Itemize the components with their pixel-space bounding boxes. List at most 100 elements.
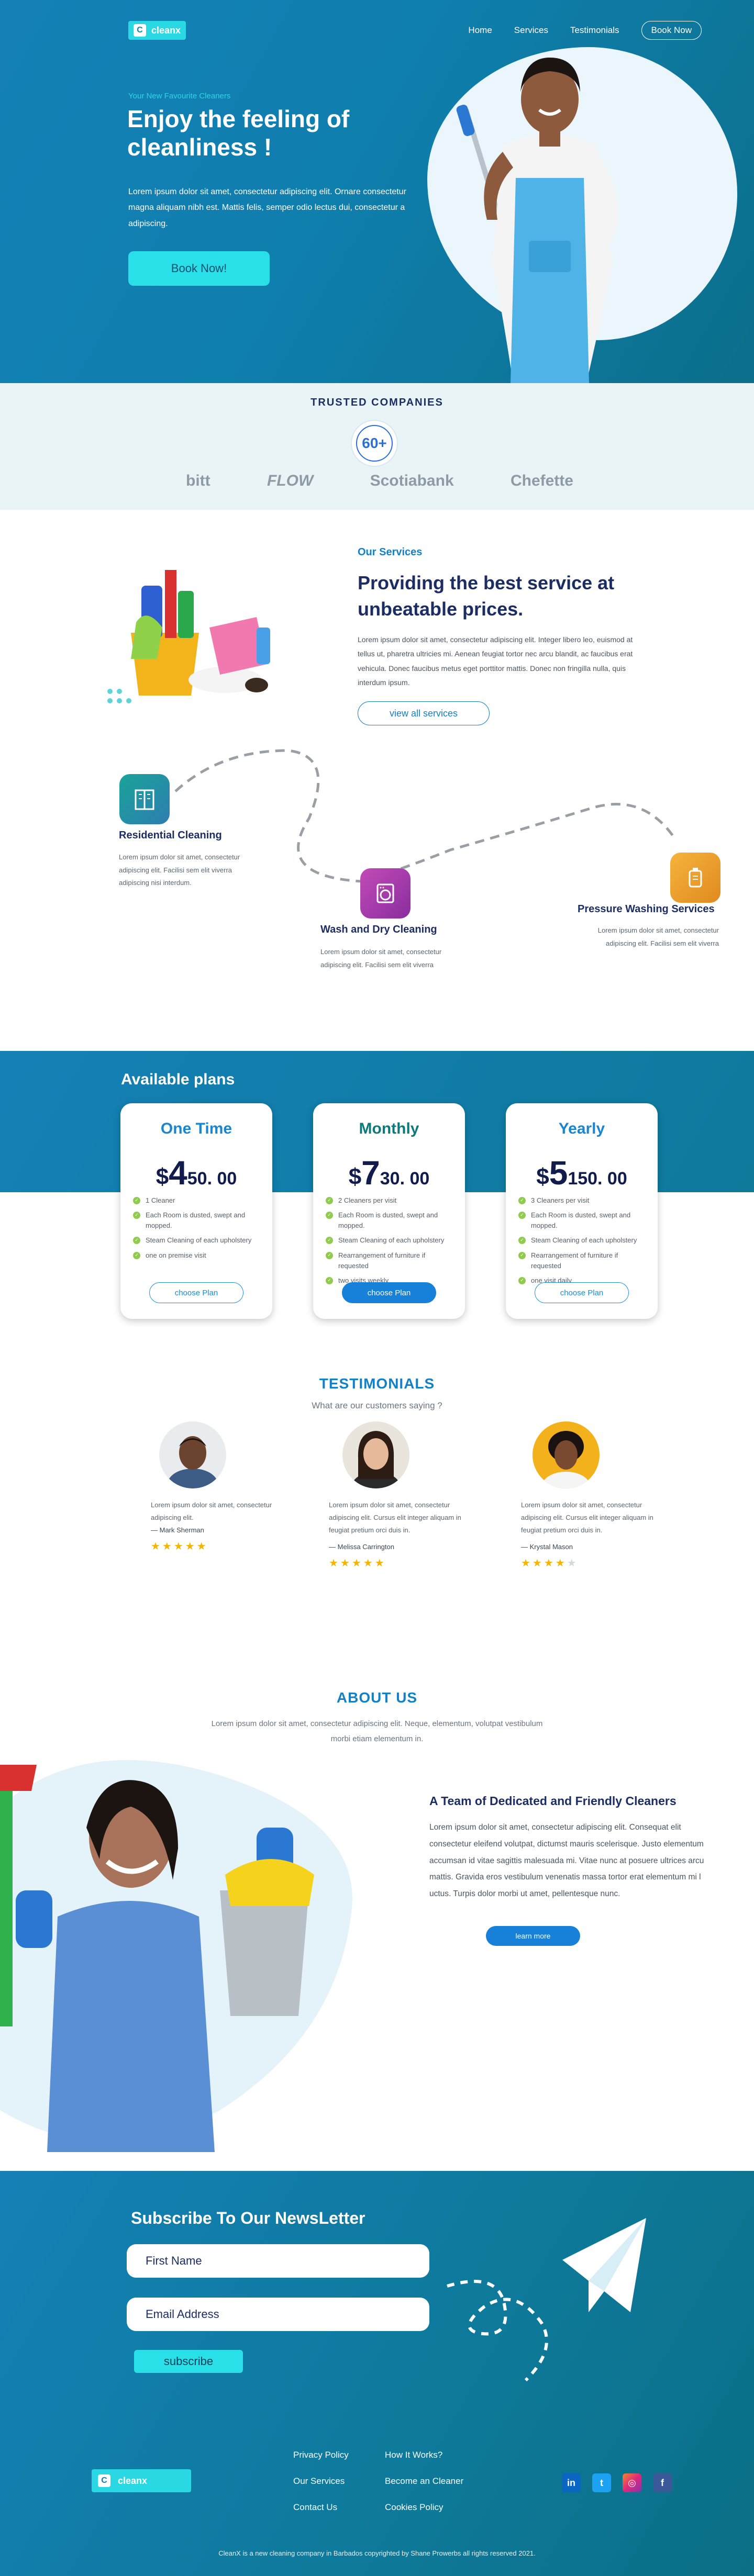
check-icon: ✓ xyxy=(518,1197,526,1204)
trusted-title: TRUSTED COMPANIES xyxy=(311,397,443,408)
avatar xyxy=(342,1421,409,1488)
choose-plan-button-one-time[interactable]: choose Plan xyxy=(149,1282,243,1303)
choose-plan-button-monthly[interactable]: choose Plan xyxy=(342,1282,436,1303)
hero-section: C cleanx Home Services Testimonials Book… xyxy=(0,0,754,383)
nav-book-button[interactable]: Book Now xyxy=(641,21,702,40)
plan-features: ✓ 1 Cleaner ✓ Each Room is dusted, swept a… xyxy=(133,1195,260,1265)
check-icon: ✓ xyxy=(326,1276,333,1284)
services-eyebrow: Our Services xyxy=(358,546,423,558)
trusted-count: 60+ xyxy=(356,425,393,462)
service-text-pressure-washing: Lorem ipsum dolor sit amet, consectetur … xyxy=(597,926,719,947)
footer-link-contact[interactable]: Contact Us xyxy=(293,2502,337,2512)
footer-link-services[interactable]: Our Services xyxy=(293,2476,345,2486)
testimonial-author: — Krystal Mason xyxy=(521,1543,573,1551)
services-title: Providing the best service at unbeatable… xyxy=(358,572,615,620)
pressure-washing-icon xyxy=(670,853,720,903)
newsletter-title: Subscribe To Our NewsLetter xyxy=(131,2209,365,2227)
hero-description: Lorem ipsum dolor sit amet, consectetur … xyxy=(128,187,406,228)
plan-price: $730. 00 xyxy=(348,1154,430,1192)
check-icon: ✓ xyxy=(133,1212,140,1219)
choose-plan-button-yearly[interactable]: choose Plan xyxy=(535,1282,629,1303)
plan-card-monthly: Monthly $730. 00 ✓ 2 Cleaners per visit ✓… xyxy=(313,1103,465,1319)
plan-feature: ✓ 1 Cleaner xyxy=(133,1195,260,1206)
plan-price: $450. 00 xyxy=(156,1154,237,1192)
email-field[interactable] xyxy=(127,2298,429,2331)
nav-link-testimonials[interactable]: Testimonials xyxy=(570,25,619,36)
check-icon: ✓ xyxy=(326,1212,333,1219)
first-name-field[interactable] xyxy=(127,2244,429,2278)
avatar xyxy=(159,1421,226,1488)
plan-name: Monthly xyxy=(359,1120,419,1137)
hero-cleaner-photo xyxy=(456,58,618,383)
rating-stars: ★★★★★ xyxy=(329,1558,386,1569)
plan-feature: ✓ one on premise visit xyxy=(133,1250,260,1261)
rating-stars: ★★★★★ xyxy=(151,1541,208,1552)
logo-c-icon: C xyxy=(134,24,146,37)
linkedin-icon[interactable]: in xyxy=(562,2473,581,2492)
learn-more-button[interactable]: learn more xyxy=(486,1926,580,1946)
plan-price: $5150. 00 xyxy=(536,1154,627,1192)
brand-logo-bitt: bitt xyxy=(186,472,210,489)
plan-feature: ✓ Each Room is dusted, swept and mopped. xyxy=(518,1210,645,1231)
footer-links-col-1: Privacy Policy Our Services Contact Us xyxy=(293,2450,349,2528)
footer-link-privacy[interactable]: Privacy Policy xyxy=(293,2450,349,2460)
testimonial-author: — Melissa Carrington xyxy=(329,1543,394,1551)
about-section: ABOUT US Lorem ipsum dolor sit amet, con… xyxy=(0,1689,754,2171)
about-intro: Lorem ipsum dolor sit amet, consectetur … xyxy=(211,1719,543,1743)
view-all-services-button[interactable]: view all services xyxy=(358,701,490,725)
plan-card-yearly: Yearly $5150. 00 ✓ 3 Cleaners per visit ✓… xyxy=(506,1103,658,1319)
check-icon: ✓ xyxy=(133,1197,140,1204)
subscribe-button[interactable]: subscribe xyxy=(134,2350,243,2373)
plan-features: ✓ 2 Cleaners per visit ✓ Each Room is dust… xyxy=(326,1195,452,1290)
check-icon: ✓ xyxy=(518,1212,526,1219)
nav-links: Home Services Testimonials Book Now xyxy=(468,21,702,40)
newsletter-footer-section: Subscribe To Our NewsLetter subscribe C … xyxy=(0,2171,754,2576)
plan-name: One Time xyxy=(160,1120,232,1137)
check-icon: ✓ xyxy=(133,1251,140,1259)
check-icon: ✓ xyxy=(133,1237,140,1245)
rating-stars: ★★★★★ xyxy=(521,1558,579,1569)
plan-features: ✓ 3 Cleaners per visit ✓ Each Room is dust… xyxy=(518,1195,645,1290)
service-name-residential: Residential Cleaning xyxy=(119,830,222,841)
twitter-icon[interactable]: t xyxy=(592,2473,611,2492)
brand-logo[interactable]: C cleanx xyxy=(128,21,186,40)
about-text: Lorem ipsum dolor sit amet, consectetur … xyxy=(429,1823,704,1899)
footer-link-become-cleaner[interactable]: Become an Cleaner xyxy=(385,2476,463,2486)
paper-plane-icon xyxy=(447,2218,646,2382)
facebook-icon[interactable]: f xyxy=(653,2473,672,2492)
about-subtitle: A Team of Dedicated and Friendly Cleaner… xyxy=(429,1794,677,1808)
testimonials-section: TESTIMONIALS What are our customers sayi… xyxy=(0,1360,754,1689)
service-name-wash-dry: Wash and Dry Cleaning xyxy=(320,924,437,935)
plan-feature: ✓ Each Room is dusted, swept and mopped. xyxy=(326,1210,452,1231)
hero-eyebrow: Your New Favourite Cleaners xyxy=(128,92,231,100)
plan-feature: ✓ Steam Cleaning of each upholstery xyxy=(133,1235,260,1246)
plan-feature: ✓ Steam Cleaning of each upholstery xyxy=(326,1235,452,1246)
check-icon: ✓ xyxy=(518,1237,526,1245)
check-icon: ✓ xyxy=(518,1251,526,1259)
avatar xyxy=(533,1421,600,1488)
footer-link-cookies[interactable]: Cookies Policy xyxy=(385,2502,443,2512)
nav-link-home[interactable]: Home xyxy=(468,25,492,36)
plan-feature: ✓ Rearrangement of furniture if requested xyxy=(518,1250,645,1271)
footer-logo[interactable]: C cleanx xyxy=(92,2469,191,2492)
hero-book-button[interactable]: Book Now! xyxy=(128,251,270,286)
services-description: Lorem ipsum dolor sit amet, consectetur … xyxy=(358,635,633,687)
brand-logo-chefette: Chefette xyxy=(510,472,573,489)
nav-link-services[interactable]: Services xyxy=(514,25,548,36)
testimonials-subtitle: What are our customers saying ? xyxy=(312,1401,442,1410)
trusted-count-badge: 60+ xyxy=(351,420,398,467)
footer-link-how-it-works[interactable]: How It Works? xyxy=(385,2450,442,2460)
plan-name: Yearly xyxy=(558,1120,605,1137)
instagram-icon[interactable]: ◎ xyxy=(623,2473,641,2492)
hero-title: Enjoy the feeling of cleanliness ! xyxy=(127,105,350,161)
brand-logos: bitt FLOW Scotiabank Chefette xyxy=(186,472,573,490)
check-icon: ✓ xyxy=(518,1276,526,1284)
plans-section: Available plans One Time $450. 00 ✓ 1 Cle… xyxy=(0,1051,754,1360)
plan-feature: ✓ 3 Cleaners per visit xyxy=(518,1195,645,1206)
logo-c-icon: C xyxy=(98,2474,110,2487)
plan-card-one-time: One Time $450. 00 ✓ 1 Cleaner ✓ Each Room … xyxy=(120,1103,272,1319)
plan-feature: ✓ 2 Cleaners per visit xyxy=(326,1195,452,1206)
social-links: in t ◎ f xyxy=(562,2473,672,2492)
logo-text: cleanx xyxy=(151,25,181,36)
testimonial-text: Lorem ipsum dolor sit amet, consectetur … xyxy=(151,1501,272,1522)
